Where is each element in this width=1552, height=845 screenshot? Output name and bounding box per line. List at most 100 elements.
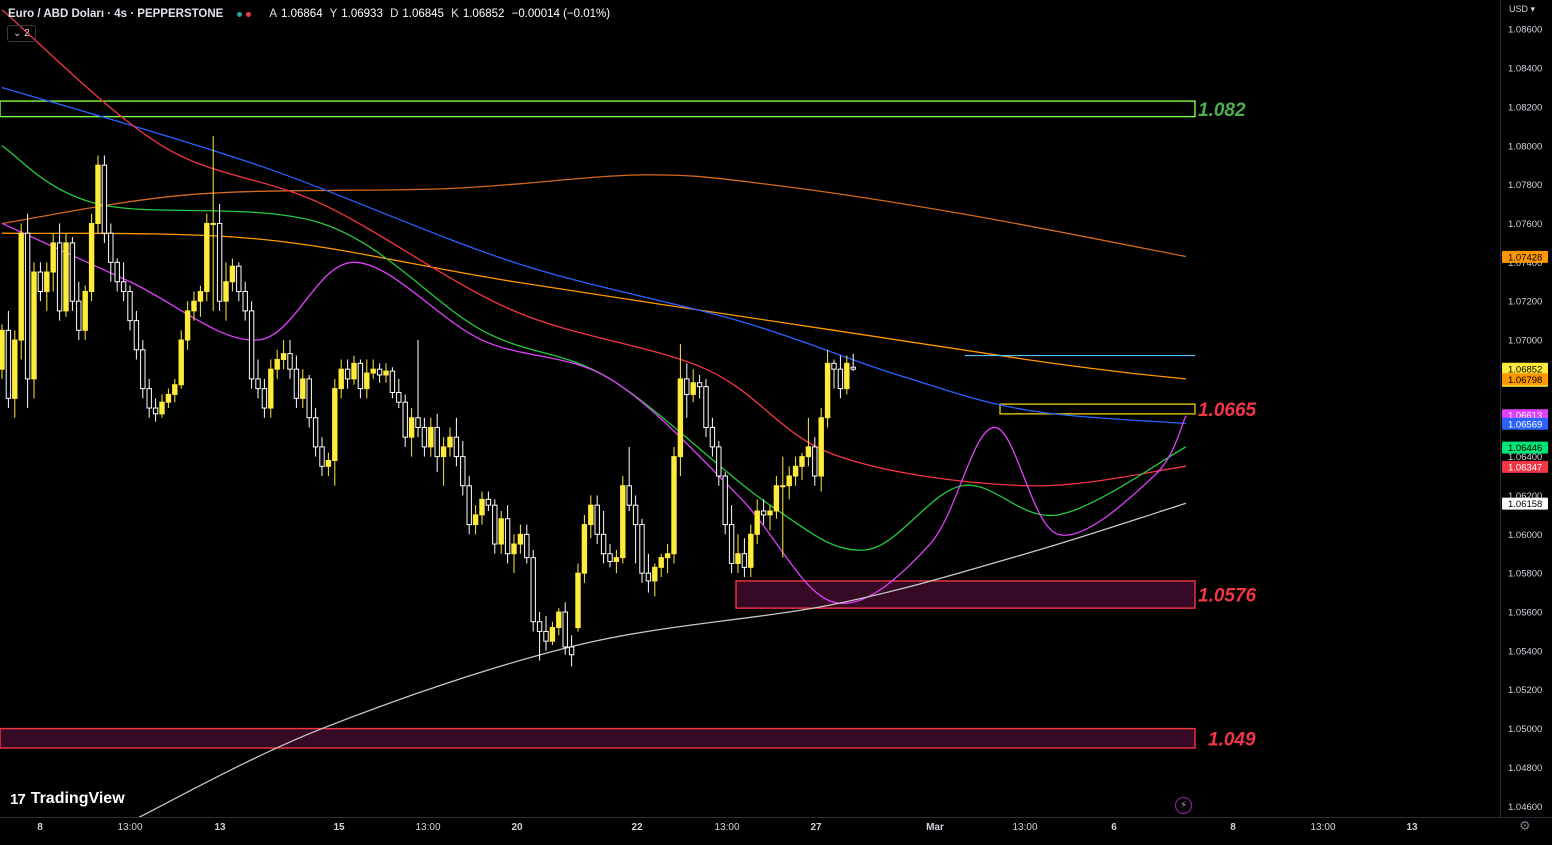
- gear-icon[interactable]: ⚙: [1519, 818, 1531, 834]
- time-tick-label: 13:00: [117, 822, 142, 833]
- candle: [319, 437, 325, 477]
- candle-body: [172, 384, 178, 395]
- candle-body: [620, 485, 626, 559]
- candle: [120, 262, 127, 302]
- candle-body: [626, 485, 632, 506]
- candle-body: [613, 557, 620, 563]
- candle-body: [741, 553, 748, 568]
- candle: [562, 602, 568, 655]
- time-tick-label: 13:00: [714, 822, 739, 833]
- symbol-title[interactable]: Euro / ABD Doları · 4s · PEPPERSTONE: [8, 8, 223, 20]
- candle: [690, 369, 696, 403]
- candle: [754, 499, 760, 545]
- candle: [133, 310, 140, 360]
- high-label: Y: [329, 8, 338, 20]
- candle-body: [229, 265, 236, 283]
- candle: [101, 155, 108, 243]
- candle-body: [773, 485, 780, 512]
- candle-body: [703, 386, 709, 428]
- price-chart[interactable]: 1.0821.06651.05761.049 1.086001.084001.0…: [0, 0, 1552, 840]
- candle-body: [287, 353, 293, 370]
- candle: [76, 281, 82, 341]
- candle: [594, 495, 600, 545]
- candle-body: [632, 504, 639, 526]
- candle-body: [485, 498, 492, 506]
- candle: [671, 446, 677, 564]
- candle: [575, 563, 581, 632]
- candle-body: [530, 557, 536, 623]
- candle: [837, 355, 844, 399]
- candle: [639, 518, 645, 583]
- candle-body: [242, 290, 248, 312]
- candle-body: [549, 627, 556, 642]
- candle-body: [767, 510, 773, 516]
- candle-body: [600, 533, 607, 555]
- high-value: 1.06933: [341, 8, 383, 20]
- candle-body: [178, 339, 184, 386]
- time-tick-label: 13: [1406, 822, 1418, 833]
- candle: [383, 363, 389, 383]
- zone-label: 1.082: [1198, 100, 1246, 121]
- candle: [504, 505, 511, 564]
- chart-area[interactable]: 1.082 1.0665 1.0576 1.049 1.08600 1.08400 1.0…: [0, 0, 1552, 840]
- candle: [223, 262, 229, 321]
- candle: [696, 375, 703, 399]
- tradingview-logo[interactable]: 17 TradingView: [10, 790, 125, 808]
- candle-body: [396, 391, 402, 403]
- candle: [530, 549, 536, 632]
- candle: [191, 291, 197, 321]
- candle: [402, 394, 408, 447]
- candle: [812, 437, 818, 486]
- candle: [50, 233, 56, 292]
- symbol-header: Euro / ABD Doları · 4s · PEPPERSTONE A 1.…: [8, 6, 614, 22]
- candle: [95, 155, 101, 234]
- candle-body: [639, 524, 645, 574]
- candle-body: [76, 300, 82, 331]
- zone-label: 1.0576: [1198, 586, 1257, 607]
- candle-body: [415, 417, 421, 428]
- candle-body: [325, 459, 332, 467]
- indicator-legend-toggle[interactable]: ⌄ 2: [7, 25, 36, 42]
- candle-body: [517, 533, 524, 545]
- candle: [255, 359, 261, 399]
- candle-body: [671, 456, 677, 555]
- candle-body: [421, 426, 428, 448]
- candle-body: [543, 630, 549, 642]
- candle-body: [236, 265, 242, 292]
- price-tick-label: 1.05000: [1508, 724, 1542, 735]
- candle: [607, 544, 613, 568]
- candle-body: [837, 368, 844, 390]
- candle: [37, 262, 44, 302]
- candle: [786, 466, 792, 500]
- candle: [818, 408, 824, 492]
- candle-body: [428, 426, 434, 448]
- tradingview-mark-icon: 17: [10, 790, 26, 808]
- candle-body: [453, 436, 460, 458]
- candle: [581, 514, 588, 583]
- close-value: 1.06852: [462, 8, 505, 20]
- candle-body: [735, 553, 741, 564]
- candle: [216, 204, 223, 311]
- candle-body: [344, 368, 351, 380]
- candle-body: [280, 353, 287, 360]
- candle-body: [31, 271, 37, 380]
- candle-body: [690, 382, 696, 395]
- lightning-icon[interactable]: ⚡: [1175, 797, 1192, 814]
- candle-body: [120, 281, 127, 292]
- candle: [287, 340, 293, 379]
- candle-body: [95, 164, 101, 224]
- candle: [613, 549, 620, 574]
- candle: [466, 476, 472, 535]
- candle: [344, 359, 351, 389]
- candle-body: [101, 164, 108, 234]
- candle: [82, 285, 88, 341]
- time-tick-label: 8: [37, 822, 43, 833]
- candle-body: [786, 475, 792, 487]
- candle-body: [248, 310, 255, 380]
- candle-body: [63, 242, 69, 312]
- candle-body: [588, 504, 594, 526]
- candle-body: [524, 533, 530, 559]
- candle: [556, 608, 562, 636]
- candle: [338, 359, 344, 399]
- currency-selector[interactable]: USD ▾: [1509, 4, 1535, 15]
